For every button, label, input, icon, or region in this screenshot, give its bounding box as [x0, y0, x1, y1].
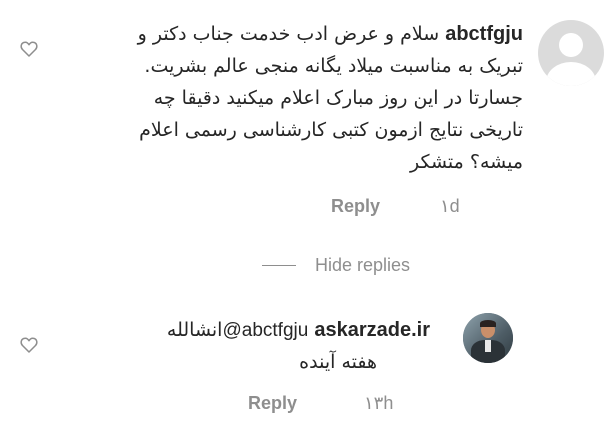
reply-first-line: askarzade.ir @abctfgjuانشالله [167, 319, 430, 342]
reply-second-line: هفته آینده [299, 351, 377, 373]
reply-username[interactable]: askarzade.ir [314, 319, 430, 341]
reply-timestamp: ۱۳h [364, 393, 394, 413]
heart-outline-icon[interactable] [20, 336, 38, 354]
reply-mention[interactable]: @abctfgju [222, 320, 308, 341]
avatar-head-shape [559, 33, 583, 57]
comment-text-line: سلام و عرض ادب خدمت جناب دکتر و [137, 23, 440, 45]
comment-text-line: تاریخی نتایج ازمون کتبی کارشناسی رسمی اع… [139, 119, 523, 141]
avatar-shirt-shape [485, 340, 491, 352]
comment-timestamp: ۱d [440, 196, 460, 216]
comment-line: abctfgju سلام و عرض ادب خدمت جناب دکتر و [8, 18, 523, 50]
replies-divider [262, 265, 296, 266]
comment-text-line: میشه؟ متشکر [409, 151, 523, 173]
comment-body: abctfgju سلام و عرض ادب خدمت جناب دکتر و… [8, 18, 523, 178]
comment-username[interactable]: abctfgju [445, 23, 523, 45]
commenter-avatar[interactable] [538, 20, 604, 86]
heart-outline-icon[interactable] [20, 40, 38, 58]
reply-text: انشالله [166, 319, 223, 341]
avatar-body-shape [546, 62, 596, 86]
avatar-hair-shape [480, 320, 496, 327]
reply-button[interactable]: Reply [331, 196, 380, 217]
replier-avatar[interactable] [463, 313, 513, 363]
comment-text-line: جسارتا در این روز مبارک اعلام میکنید دقی… [153, 87, 523, 109]
reply-button[interactable]: Reply [248, 393, 297, 414]
hide-replies-button[interactable]: Hide replies [315, 255, 410, 276]
comment-text-line: تبریک به مناسبت میلاد یگانه منجی عالم بش… [144, 55, 523, 77]
